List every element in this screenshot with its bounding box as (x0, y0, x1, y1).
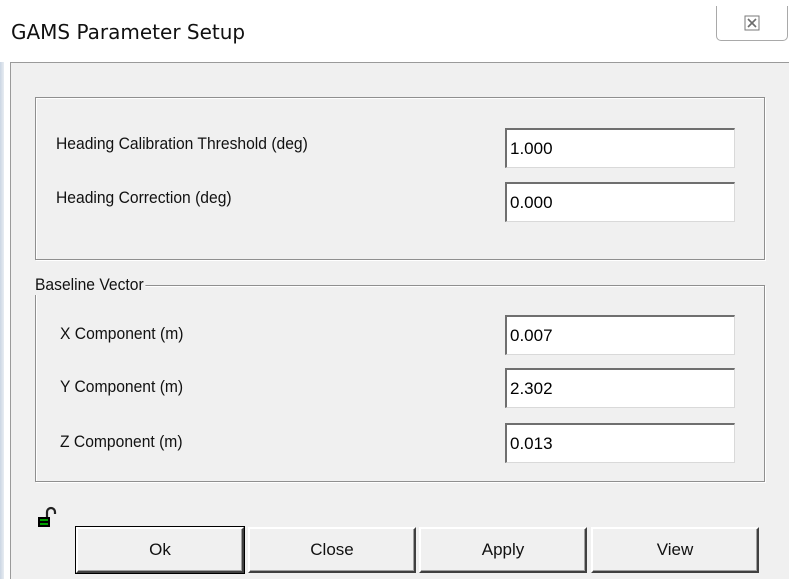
y-component-input[interactable] (505, 368, 735, 408)
close-button[interactable]: Close (248, 527, 416, 573)
heading-correction-input[interactable] (505, 182, 735, 222)
z-component-label: Z Component (m) (60, 432, 183, 451)
title-bar: GAMS Parameter Setup (0, 0, 799, 62)
heading-threshold-input[interactable] (505, 128, 735, 168)
apply-button[interactable]: Apply (419, 527, 587, 573)
unlocked-padlock-icon[interactable] (36, 506, 60, 530)
z-component-input[interactable] (505, 423, 735, 463)
x-component-input[interactable] (505, 315, 735, 355)
baseline-vector-group-label: Baseline Vector (35, 275, 146, 295)
close-window-button[interactable] (716, 6, 788, 41)
x-component-label: X Component (m) (60, 324, 184, 343)
close-icon (744, 15, 760, 31)
y-component-label: Y Component (m) (60, 377, 184, 396)
heading-threshold-label: Heading Calibration Threshold (deg) (56, 134, 308, 153)
heading-correction-label: Heading Correction (deg) (56, 188, 232, 207)
view-button[interactable]: View (591, 527, 759, 573)
window-left-border (0, 62, 4, 579)
ok-button[interactable]: Ok (75, 526, 245, 574)
window-title: GAMS Parameter Setup (11, 20, 246, 44)
heading-panel (35, 97, 765, 260)
